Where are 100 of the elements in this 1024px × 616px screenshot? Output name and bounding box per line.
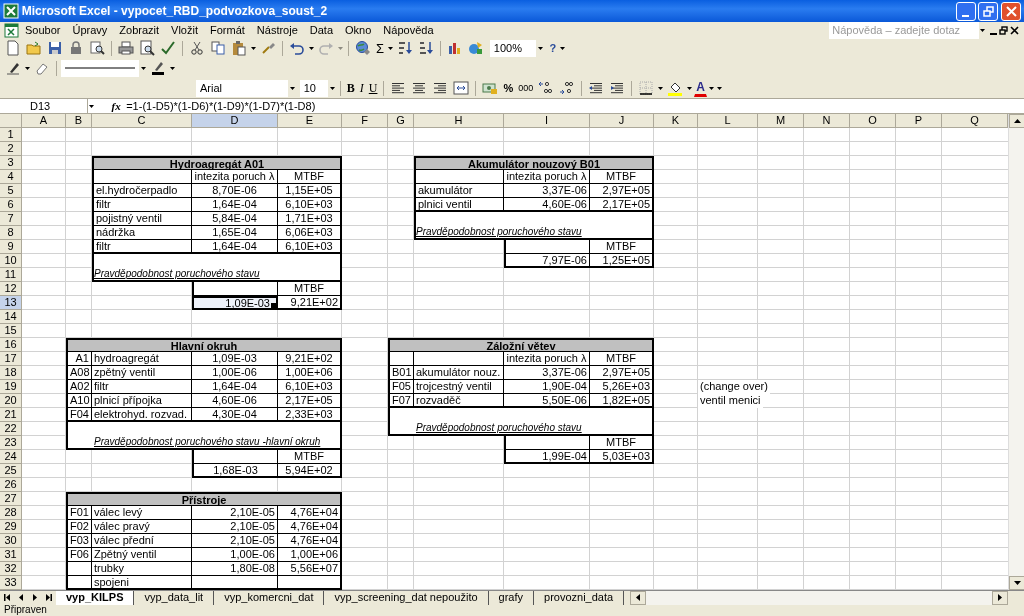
row-header[interactable]: 30 bbox=[0, 534, 22, 548]
row-header[interactable]: 19 bbox=[0, 380, 22, 394]
menu-item[interactable]: Nástroje bbox=[250, 22, 304, 38]
autosum-button[interactable]: Σ bbox=[374, 38, 387, 58]
column-header[interactable]: C bbox=[92, 114, 192, 128]
globe-button[interactable] bbox=[353, 38, 373, 58]
sheet-tab[interactable]: vyp_KILPS bbox=[56, 590, 135, 605]
row-header[interactable]: 1 bbox=[0, 128, 22, 142]
menu-item[interactable]: Data bbox=[303, 22, 340, 38]
thousands-separator-button[interactable]: 000 bbox=[516, 78, 536, 98]
row-header[interactable]: 23 bbox=[0, 436, 22, 450]
row-header[interactable]: 27 bbox=[0, 492, 22, 506]
new-document-icon bbox=[5, 40, 21, 56]
scroll-right-button[interactable] bbox=[992, 590, 1008, 605]
row-header[interactable]: 9 bbox=[0, 240, 22, 254]
close-button[interactable] bbox=[1001, 1, 1021, 21]
table-title: Záložní větev bbox=[388, 338, 654, 352]
column-header[interactable]: K bbox=[654, 114, 698, 128]
menu-item[interactable]: Zobrazit bbox=[113, 22, 166, 38]
merge-center-button[interactable] bbox=[451, 78, 472, 98]
row-header[interactable]: 29 bbox=[0, 520, 22, 534]
formula-text[interactable]: =1-(1-D5)*(1-D6)*(1-D9)*(1-D7)*(1-D8) bbox=[126, 97, 316, 115]
menu-item[interactable]: Úpravy bbox=[66, 22, 114, 38]
table-cell: F02 bbox=[66, 520, 92, 534]
row-header[interactable]: 26 bbox=[0, 478, 22, 492]
column-header[interactable]: D bbox=[192, 114, 278, 128]
row-header[interactable]: 21 bbox=[0, 408, 22, 422]
row-header[interactable]: 4 bbox=[0, 170, 22, 184]
minimize-button[interactable] bbox=[955, 1, 976, 21]
row-header[interactable]: 5 bbox=[0, 184, 22, 198]
table-cell: 2,17E+05 bbox=[278, 394, 342, 408]
row-header[interactable]: 25 bbox=[0, 464, 22, 478]
row-header[interactable]: 18 bbox=[0, 366, 22, 380]
column-header[interactable]: H bbox=[414, 114, 504, 128]
menu-item[interactable]: Okno bbox=[339, 22, 378, 38]
function-button[interactable]: fx bbox=[111, 97, 121, 115]
row-header[interactable]: 28 bbox=[0, 506, 22, 520]
scroll-down-button[interactable] bbox=[1009, 576, 1024, 590]
caret-icon bbox=[309, 46, 314, 50]
row-header[interactable]: 7 bbox=[0, 212, 22, 226]
menu-item[interactable]: Soubor bbox=[19, 22, 67, 38]
row-header[interactable]: 24 bbox=[0, 450, 22, 464]
percent-button[interactable]: % bbox=[501, 78, 516, 98]
column-header[interactable]: L bbox=[698, 114, 758, 128]
table-cell: spojeni bbox=[92, 576, 192, 590]
print-preview-button[interactable] bbox=[137, 38, 157, 58]
column-label: MTBF bbox=[590, 352, 654, 366]
column-header[interactable]: J bbox=[590, 114, 654, 128]
copy-pages-button[interactable] bbox=[208, 38, 228, 58]
column-header[interactable]: O bbox=[850, 114, 896, 128]
row-header[interactable]: 15 bbox=[0, 324, 22, 338]
italic-button[interactable]: I bbox=[357, 78, 366, 98]
name-box[interactable]: D13 bbox=[0, 98, 88, 114]
row-header[interactable]: 32 bbox=[0, 562, 22, 576]
column-header[interactable]: Q bbox=[942, 114, 1008, 128]
align-center-icon bbox=[411, 80, 428, 96]
help-button[interactable]: ? bbox=[547, 38, 559, 58]
row-header[interactable]: 33 bbox=[0, 576, 22, 590]
row-header[interactable]: 2 bbox=[0, 142, 22, 156]
column-header[interactable]: I bbox=[504, 114, 590, 128]
column-header[interactable]: M bbox=[758, 114, 804, 128]
menu-item[interactable]: Nápověda bbox=[377, 22, 440, 38]
scroll-up-button[interactable] bbox=[1009, 114, 1024, 128]
column-header[interactable]: B bbox=[66, 114, 92, 128]
row-header[interactable]: 14 bbox=[0, 310, 22, 324]
row-header[interactable]: 3 bbox=[0, 156, 22, 170]
row-header[interactable]: 16 bbox=[0, 338, 22, 352]
printer-icon bbox=[118, 40, 134, 56]
vertical-scrollbar[interactable] bbox=[1008, 114, 1024, 590]
column-header[interactable]: G bbox=[388, 114, 414, 128]
column-header[interactable]: E bbox=[278, 114, 342, 128]
column-header[interactable]: A bbox=[22, 114, 66, 128]
menu-item[interactable]: Vložit bbox=[165, 22, 204, 38]
row-header[interactable]: 13 bbox=[0, 296, 22, 310]
row-header[interactable]: 22 bbox=[0, 422, 22, 436]
row-header[interactable]: 10 bbox=[0, 254, 22, 268]
font-size-dropdown[interactable]: 10 bbox=[299, 79, 328, 97]
row-header[interactable]: 12 bbox=[0, 282, 22, 296]
row-header[interactable]: 31 bbox=[0, 548, 22, 562]
horizontal-scrollbar[interactable] bbox=[629, 590, 1008, 605]
table-cell: pojistný ventil bbox=[92, 212, 192, 226]
zoom-dropdown[interactable]: 100% bbox=[489, 39, 536, 57]
restore-button[interactable] bbox=[978, 1, 999, 21]
column-header[interactable]: P bbox=[896, 114, 942, 128]
font-dropdown[interactable]: Arial bbox=[196, 79, 288, 97]
underline-button[interactable]: U bbox=[366, 78, 380, 98]
caret-icon bbox=[251, 46, 256, 50]
row-header[interactable]: 17 bbox=[0, 352, 22, 366]
line-style-dropdown[interactable] bbox=[61, 59, 139, 77]
row-header[interactable]: 11 bbox=[0, 268, 22, 282]
menu-item[interactable]: Formát bbox=[204, 22, 251, 38]
column-header[interactable]: N bbox=[804, 114, 850, 128]
column-header[interactable]: F bbox=[342, 114, 388, 128]
printer-button[interactable] bbox=[116, 38, 136, 58]
row-header[interactable]: 6 bbox=[0, 198, 22, 212]
bold-button[interactable]: B bbox=[344, 78, 357, 98]
scroll-left-button[interactable] bbox=[629, 590, 646, 605]
row-header[interactable]: 8 bbox=[0, 226, 22, 240]
table-cell: A02 bbox=[66, 380, 92, 394]
row-header[interactable]: 20 bbox=[0, 394, 22, 408]
